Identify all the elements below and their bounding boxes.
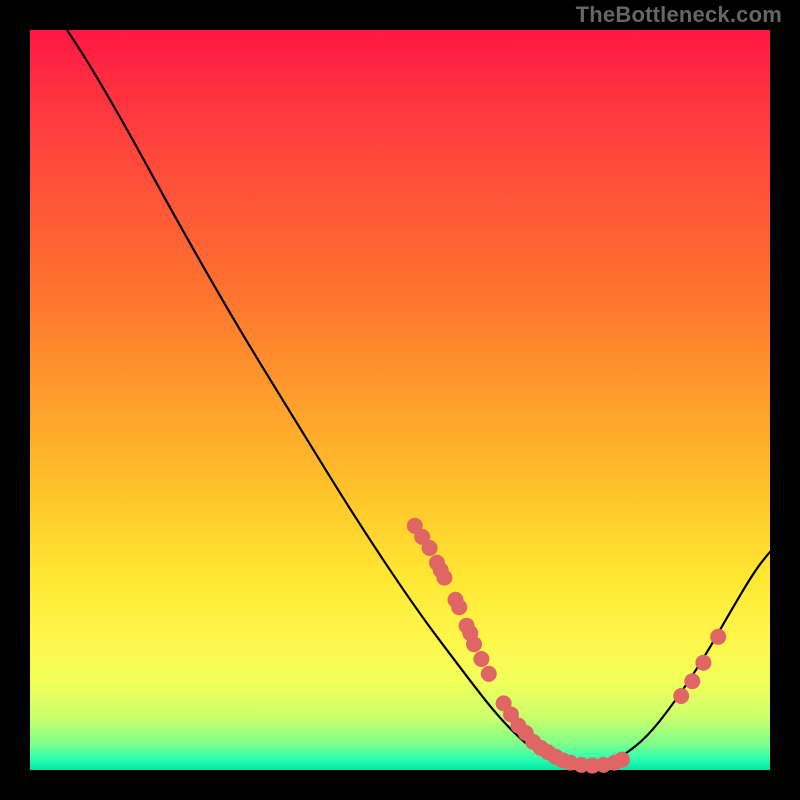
curve-marker — [481, 666, 497, 682]
curve-marker — [614, 752, 630, 768]
curve-marker — [466, 636, 482, 652]
curve-marker — [436, 570, 452, 586]
curve-marker — [451, 599, 467, 615]
curve-marker — [473, 651, 489, 667]
watermark-text: TheBottleneck.com — [576, 2, 782, 28]
plot-background — [30, 30, 770, 770]
chart-container: TheBottleneck.com — [0, 0, 800, 800]
curve-marker — [673, 688, 689, 704]
curve-marker — [710, 629, 726, 645]
curve-marker — [422, 540, 438, 556]
bottleneck-chart — [0, 0, 800, 800]
curve-marker — [684, 673, 700, 689]
curve-marker — [695, 655, 711, 671]
